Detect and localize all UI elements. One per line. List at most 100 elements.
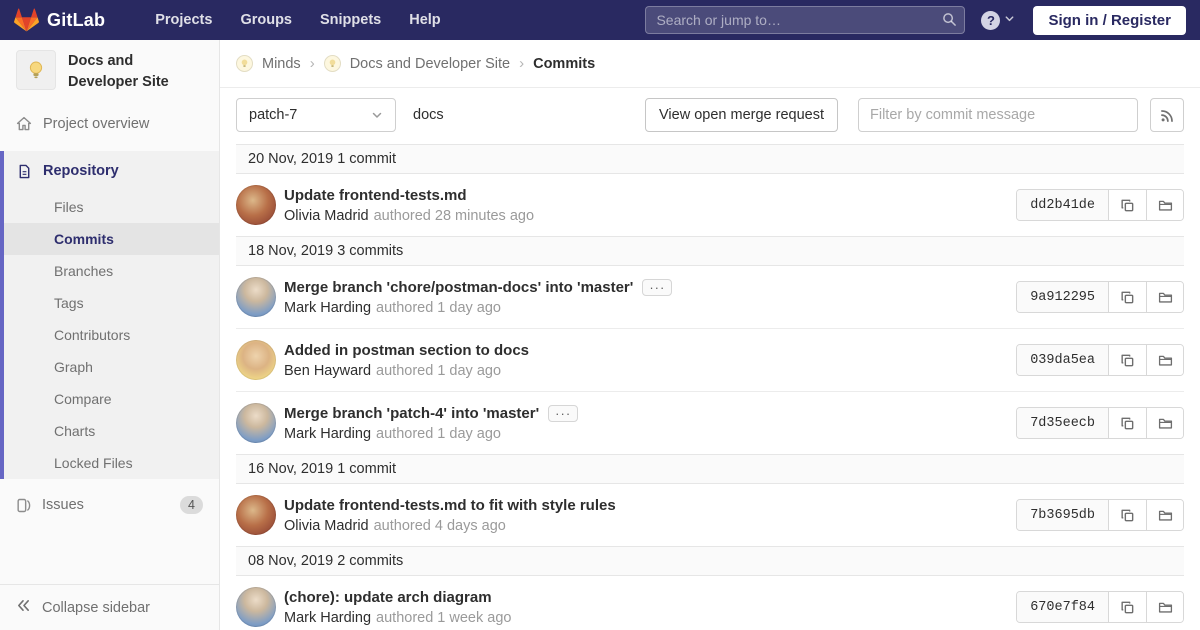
sidebar-item-project-overview[interactable]: Project overview <box>0 105 219 143</box>
commit-author-line: Olivia Madrid authored 4 days ago <box>284 518 616 534</box>
nav-link-snippets[interactable]: Snippets <box>320 12 381 28</box>
commit-info: Merge branch 'patch-4' into 'master' ··· M… <box>284 405 578 442</box>
collapse-icon <box>16 598 31 617</box>
project-avatar <box>16 50 56 90</box>
nav-link-projects[interactable]: Projects <box>155 12 212 28</box>
commit-sha-group: dd2b41de <box>1016 189 1184 221</box>
commit-title-line: Merge branch 'chore/postman-docs' into '… <box>284 279 672 296</box>
commit-author-link[interactable]: Olivia Madrid <box>284 208 369 224</box>
sign-in-button[interactable]: Sign in / Register <box>1033 6 1186 35</box>
search-input[interactable] <box>645 6 965 34</box>
branch-selector[interactable]: patch-7 <box>236 98 396 132</box>
commit-title-link[interactable]: (chore): update arch diagram <box>284 589 492 606</box>
commit-info: Added in postman section to docs Ben Hayw… <box>284 342 529 379</box>
commit-author-link[interactable]: Olivia Madrid <box>284 518 369 534</box>
sidebar-item-charts[interactable]: Charts <box>4 415 219 447</box>
browse-files-button[interactable] <box>1146 190 1183 220</box>
copy-sha-button[interactable] <box>1109 190 1146 220</box>
browse-files-button[interactable] <box>1146 282 1183 312</box>
sidebar-item-contributors[interactable]: Contributors <box>4 319 219 351</box>
sidebar-item-repository[interactable]: Repository <box>4 151 219 191</box>
folder-icon <box>1158 600 1173 615</box>
commit-info: Update frontend-tests.md to fit with sty… <box>284 497 616 534</box>
browse-files-button[interactable] <box>1146 345 1183 375</box>
sidebar-item-tags[interactable]: Tags <box>4 287 219 319</box>
sidebar-item-branches[interactable]: Branches <box>4 255 219 287</box>
commit-meta: authored 4 days ago <box>374 518 506 534</box>
folder-icon <box>1158 290 1173 305</box>
sidebar-item-commits[interactable]: Commits <box>4 223 219 255</box>
commit-title-link[interactable]: Update frontend-tests.md <box>284 187 467 204</box>
copy-icon <box>1120 416 1135 431</box>
view-merge-request-button[interactable]: View open merge request <box>645 98 838 132</box>
copy-sha-button[interactable] <box>1109 592 1146 622</box>
commit-info: Merge branch 'chore/postman-docs' into '… <box>284 279 672 316</box>
help-menu[interactable]: ? <box>981 11 1015 30</box>
avatar <box>236 403 276 443</box>
project-title: Docs and Developer Site <box>68 50 203 93</box>
copy-icon <box>1120 353 1135 368</box>
copy-icon <box>1120 198 1135 213</box>
commit-title-link[interactable]: Merge branch 'chore/postman-docs' into '… <box>284 279 633 296</box>
sidebar-item-compare[interactable]: Compare <box>4 383 219 415</box>
commit-expand-button[interactable]: ··· <box>548 405 578 422</box>
commit-author-line: Ben Haywardauthored 1 day ago <box>284 363 529 379</box>
commit-title-line: Added in postman section to docs <box>284 342 529 359</box>
collapse-sidebar-button[interactable]: Collapse sidebar <box>0 584 219 630</box>
commit-title-link[interactable]: Merge branch 'patch-4' into 'master' <box>284 405 539 422</box>
breadcrumb-separator: › <box>310 55 315 72</box>
project-sidebar: Docs and Developer Site Project overview… <box>0 40 220 630</box>
commits-toolbar: patch-7 docs View open merge request <box>220 88 1200 142</box>
commit-row: Update frontend-tests.md Olivia Madrid aut… <box>236 174 1184 236</box>
commit-author-line: Olivia Madrid authored 28 minutes ago <box>284 208 534 224</box>
commit-filter-input[interactable] <box>858 98 1138 132</box>
commit-author-link[interactable]: Mark Harding <box>284 300 371 316</box>
gitlab-brand[interactable]: GitLab <box>14 8 105 33</box>
commit-meta: authored 28 minutes ago <box>374 208 534 224</box>
commit-sha-label: 039da5ea <box>1017 345 1109 375</box>
commit-sha-label: 7b3695db <box>1017 500 1109 530</box>
chevron-down-icon <box>1004 11 1015 29</box>
nav-link-help[interactable]: Help <box>409 12 440 28</box>
chevron-down-icon <box>371 109 383 121</box>
commit-title-line: Update frontend-tests.md <box>284 187 534 204</box>
sidebar-item-files[interactable]: Files <box>4 191 219 223</box>
commit-author-link[interactable]: Ben Hayward <box>284 363 371 379</box>
copy-sha-button[interactable] <box>1109 282 1146 312</box>
breadcrumb-item-project[interactable]: Docs and Developer Site <box>350 56 510 72</box>
collapse-label: Collapse sidebar <box>42 600 150 616</box>
rss-feed-button[interactable] <box>1150 98 1184 132</box>
commit-sha-group: 7d35eecb <box>1016 407 1184 439</box>
browse-files-button[interactable] <box>1146 592 1183 622</box>
sidebar-item-label: Issues <box>42 497 84 513</box>
issues-count-badge: 4 <box>180 496 203 514</box>
commit-row: Update frontend-tests.md to fit with sty… <box>236 484 1184 546</box>
document-icon <box>17 164 32 179</box>
commit-meta: authored 1 day ago <box>376 300 501 316</box>
commit-author-link[interactable]: Mark Harding <box>284 610 371 626</box>
commit-sha-label: 9a912295 <box>1017 282 1109 312</box>
commit-author-line: Mark Hardingauthored 1 week ago <box>284 610 511 626</box>
gitlab-logo-icon <box>14 8 39 33</box>
sidebar-item-graph[interactable]: Graph <box>4 351 219 383</box>
search-icon <box>942 12 957 32</box>
date-header: 08 Nov, 2019 2 commits <box>236 546 1184 576</box>
commit-expand-button[interactable]: ··· <box>642 279 672 296</box>
copy-sha-button[interactable] <box>1109 500 1146 530</box>
project-header[interactable]: Docs and Developer Site <box>0 40 219 105</box>
browse-files-button[interactable] <box>1146 408 1183 438</box>
browse-files-button[interactable] <box>1146 500 1183 530</box>
commit-info: Update frontend-tests.md Olivia Madrid aut… <box>284 187 534 224</box>
commit-title-line: (chore): update arch diagram <box>284 589 511 606</box>
sidebar-item-locked-files[interactable]: Locked Files <box>4 447 219 479</box>
commit-author-link[interactable]: Mark Harding <box>284 426 371 442</box>
commit-title-link[interactable]: Update frontend-tests.md to fit with sty… <box>284 497 616 514</box>
avatar <box>236 495 276 535</box>
sidebar-item-issues[interactable]: Issues 4 <box>0 485 219 525</box>
sidebar-section-repository: Repository Files Commits Branches Tags C… <box>0 151 219 479</box>
copy-sha-button[interactable] <box>1109 345 1146 375</box>
nav-link-groups[interactable]: Groups <box>240 12 292 28</box>
breadcrumb-item-group[interactable]: Minds <box>262 56 301 72</box>
copy-sha-button[interactable] <box>1109 408 1146 438</box>
commit-title-link[interactable]: Added in postman section to docs <box>284 342 529 359</box>
